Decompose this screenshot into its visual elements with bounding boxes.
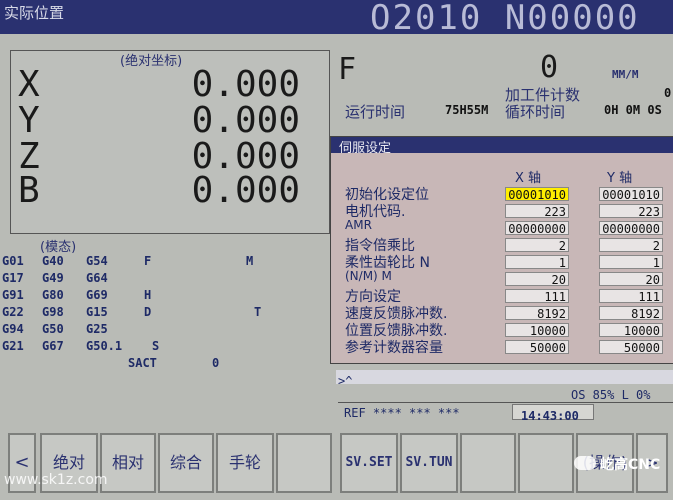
sact-value: 0 — [212, 356, 220, 370]
servo-param-label: (N/M) M — [345, 269, 392, 283]
servo-param-y[interactable]: 00001010 — [599, 187, 663, 202]
axis-b-name: B — [18, 170, 40, 211]
gcode-cell: H — [144, 288, 152, 302]
gcode-cell: G50.1 — [86, 339, 123, 353]
gcode-cell: F — [144, 254, 152, 268]
servo-title: 伺服设定 — [339, 141, 392, 156]
servo-param-x[interactable]: 1 — [505, 255, 569, 270]
watermark-site: www.sk1z.com — [4, 472, 108, 488]
softkey-blank-2[interactable] — [460, 433, 516, 493]
clock: 14:43:00 — [521, 409, 579, 423]
gcode-cell: D — [144, 305, 152, 319]
gcode-cell: G54 — [86, 254, 108, 268]
servo-param-y[interactable]: 223 — [599, 204, 663, 219]
servo-param-label: 参考计数器容量 — [345, 340, 443, 356]
servo-title-bar: 伺服设定 — [331, 137, 673, 156]
gcode-cell: S — [152, 339, 160, 353]
servo-param-x[interactable]: 00001010 — [505, 187, 569, 202]
gcode-cell: G49 — [42, 271, 64, 285]
gcode-cell: M — [246, 254, 254, 268]
servo-param-y[interactable]: 8192 — [599, 306, 663, 321]
gcode-cell: G67 — [42, 339, 64, 353]
servo-param-x[interactable]: 50000 — [505, 340, 569, 355]
axis-b-value: 0.000 — [191, 170, 300, 211]
softkey-sv-set[interactable]: SV.SET — [340, 433, 398, 493]
axis-y-value: 0.000 — [191, 100, 300, 141]
gcode-cell: G17 — [2, 271, 24, 285]
servo-settings-window: 伺服设定 X 轴 Y 轴 初始化设定位 00001010 00001010 电机… — [330, 136, 673, 364]
softkey-blank-1[interactable] — [276, 433, 332, 493]
softkey-sv-tun[interactable]: SV.TUN — [400, 433, 458, 493]
servo-col-x: X 轴 — [515, 171, 542, 186]
feed-unit: MM/M — [612, 68, 639, 81]
softkey-relative[interactable]: 相对 — [100, 433, 156, 493]
feed-value: 0 — [540, 50, 559, 85]
servo-param-y[interactable]: 00000000 — [599, 221, 663, 236]
gcode-cell: G91 — [2, 288, 24, 302]
gcode-cell: G21 — [2, 339, 24, 353]
axis-x-name: X — [18, 64, 40, 105]
axis-x-value: 0.000 — [191, 64, 300, 105]
servo-param-y[interactable]: 111 — [599, 289, 663, 304]
gcode-cell: G94 — [2, 322, 24, 336]
servo-param-x[interactable]: 10000 — [505, 323, 569, 338]
input-line[interactable]: >^ — [336, 370, 673, 388]
axis-y-name: Y — [18, 100, 40, 141]
servo-param-y[interactable]: 10000 — [599, 323, 663, 338]
os-status: OS 85% L 0% — [571, 388, 651, 402]
wechat-icon — [574, 456, 596, 470]
softkey-all[interactable]: 综合 — [158, 433, 214, 493]
gcode-cell: G40 — [42, 254, 64, 268]
servo-param-x[interactable]: 111 — [505, 289, 569, 304]
gcode-cell: T — [254, 305, 262, 319]
servo-param-y[interactable]: 50000 — [599, 340, 663, 355]
gcode-cell: G69 — [86, 288, 108, 302]
softkey-handle[interactable]: 手轮 — [216, 433, 274, 493]
softkey-blank-3[interactable] — [518, 433, 574, 493]
runtime-value: 75H55M — [445, 103, 489, 117]
screen-title: 实际位置 — [4, 4, 65, 22]
chevron-left-icon: < — [14, 452, 30, 473]
gcode-cell: G15 — [86, 305, 108, 319]
parts-count-value: 0 — [664, 86, 672, 100]
servo-param-y[interactable]: 1 — [599, 255, 663, 270]
program-number: O2010 N00000 — [370, 0, 640, 38]
servo-param-label: AMR — [345, 218, 372, 232]
runtime-label: 运行时间 — [345, 103, 406, 121]
gcode-cell: G25 — [86, 322, 108, 336]
gcode-cell: G50 — [42, 322, 64, 336]
servo-param-x[interactable]: 8192 — [505, 306, 569, 321]
divider — [338, 402, 673, 403]
clock-box: 14:43:00 — [512, 404, 594, 423]
cycle-time-label: 循环时间 — [505, 103, 566, 121]
servo-col-y: Y 轴 — [607, 171, 633, 186]
cycle-time-value: 0H 0M 0S — [604, 103, 662, 117]
gcode-cell: G98 — [42, 305, 64, 319]
servo-param-x[interactable]: 223 — [505, 204, 569, 219]
sact-label: SACT — [128, 356, 157, 370]
feed-label: F — [338, 52, 357, 87]
servo-param-y[interactable]: 2 — [599, 238, 663, 253]
gcode-cell: G80 — [42, 288, 64, 302]
servo-param-y[interactable]: 20 — [599, 272, 663, 287]
gcode-cell: G01 — [2, 254, 24, 268]
watermark-brand: 屹高CNC — [600, 457, 661, 473]
servo-param-x[interactable]: 2 — [505, 238, 569, 253]
servo-param-x[interactable]: 20 — [505, 272, 569, 287]
modal-title: (模态) — [40, 240, 77, 255]
gcode-cell: G22 — [2, 305, 24, 319]
servo-param-x[interactable]: 00000000 — [505, 221, 569, 236]
mode-status: REF **** *** *** — [344, 406, 460, 420]
gcode-cell: G64 — [86, 271, 108, 285]
input-prompt: >^ — [338, 374, 353, 388]
